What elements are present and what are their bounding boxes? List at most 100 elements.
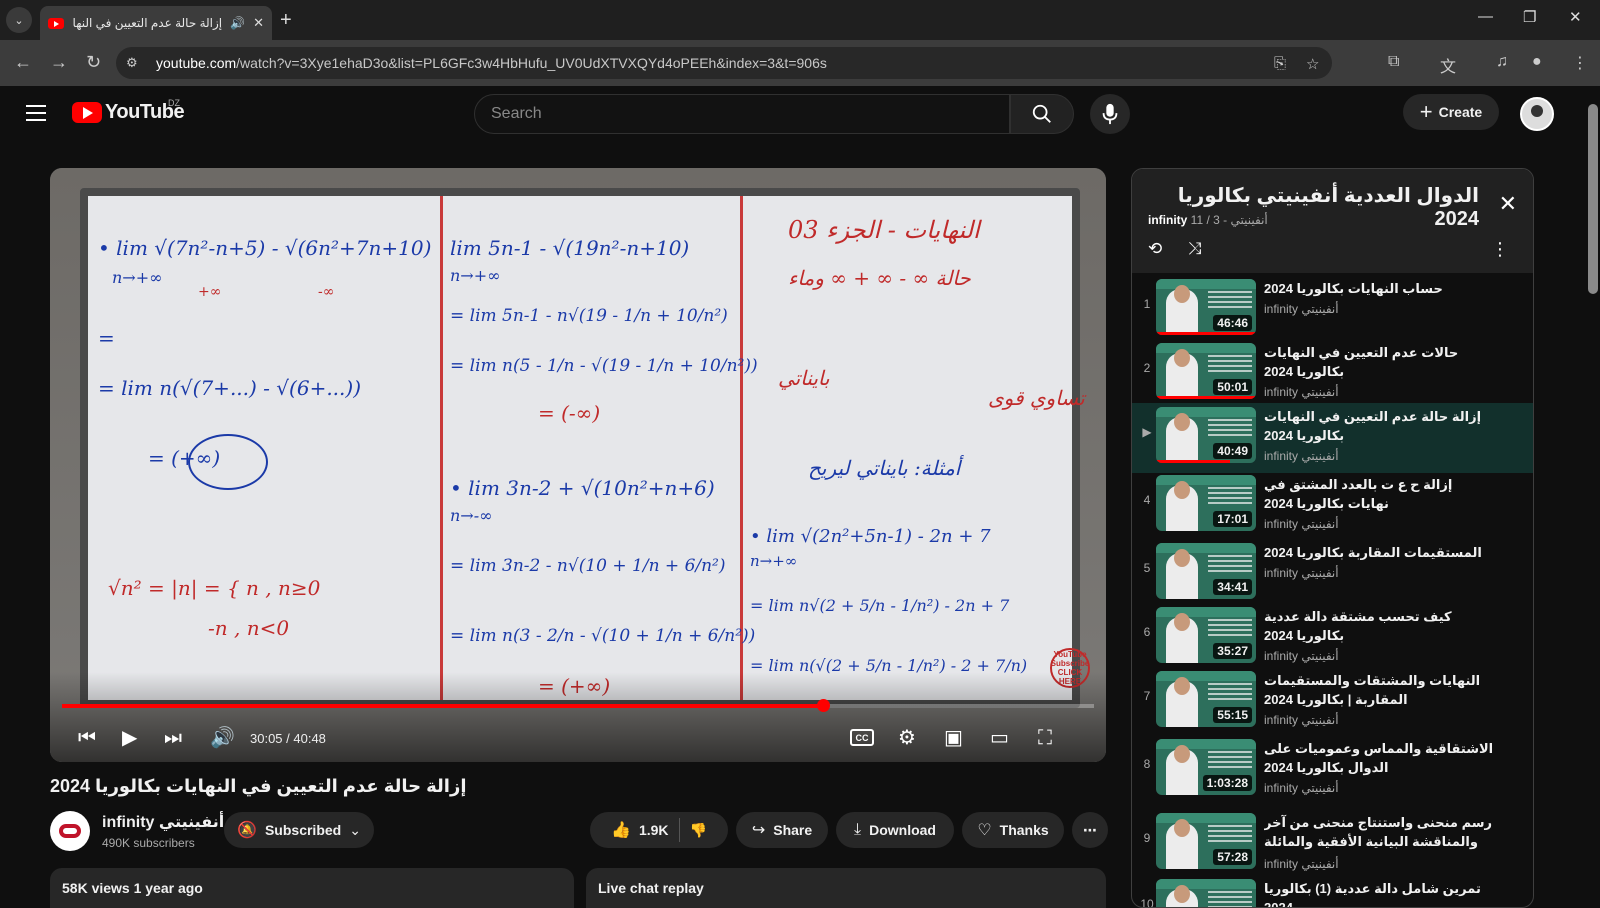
playlist-item[interactable]: 2 50:01 حالات عدم التعيين في النهايات بك…	[1132, 339, 1533, 403]
share-button[interactable]: ↪ Share	[736, 812, 828, 848]
channel-name[interactable]: infinity أنفينيتي	[102, 812, 224, 832]
install-app-icon[interactable]: ⎘	[1274, 55, 1286, 72]
miniplayer-icon[interactable]: ▣	[944, 725, 963, 750]
browser-tab[interactable]: إزالة حالة عدم التعيين في النها 🔊 ✕	[40, 6, 272, 40]
playlist-menu-icon[interactable]: ⋮	[1491, 239, 1509, 260]
playlist-item-title[interactable]: المستقيمات المقاربة بكالوريا 2024	[1264, 543, 1494, 562]
page-scrollbar[interactable]	[1584, 86, 1600, 900]
more-actions-button[interactable]: ⋯	[1072, 812, 1108, 848]
playlist-item-channel[interactable]: infinity أنفينيتي	[1264, 857, 1494, 871]
thanks-button[interactable]: ♡ Thanks	[962, 812, 1064, 848]
playlist-item-title[interactable]: حالات عدم التعيين في النهايات بكالوريا 2…	[1264, 343, 1494, 381]
playlist-item-channel[interactable]: infinity أنفينيتي	[1264, 713, 1494, 727]
create-button[interactable]: + Create	[1403, 94, 1499, 130]
playlist-item[interactable]: 4 17:01 إزالة ح ع ت بالعدد المشتق في نها…	[1132, 471, 1533, 535]
playlist-thumbnail[interactable]: 17:01	[1156, 475, 1256, 531]
playlist-item[interactable]: 5 34:41 المستقيمات المقاربة بكالوريا 202…	[1132, 539, 1533, 603]
board-text: -n , n<0	[208, 616, 290, 640]
subscribed-button[interactable]: 🔕 Subscribed ⌄	[224, 812, 374, 848]
loop-icon[interactable]: ⟲	[1148, 239, 1162, 259]
playlist-thumbnail[interactable]	[1156, 879, 1256, 907]
menu-icon[interactable]	[26, 105, 46, 121]
playlist-item-channel[interactable]: infinity أنفينيتي	[1264, 517, 1494, 531]
playlist-item[interactable]: 9 57:28 رسم منحنى واستنتاج منحنى من آخر …	[1132, 809, 1533, 873]
scrollbar-thumb[interactable]	[1588, 104, 1598, 294]
youtube-logo[interactable]: YouTube DZ	[72, 98, 185, 124]
playlist-item-title[interactable]: إزالة حالة عدم التعيين في النهايات بكالو…	[1264, 407, 1494, 445]
playlist-item[interactable]: 6 35:27 كيف تحسب مشتقة دالة عددية بكالور…	[1132, 603, 1533, 667]
channel-avatar[interactable]	[50, 811, 90, 851]
playlist-thumbnail[interactable]: 57:28	[1156, 813, 1256, 869]
account-avatar[interactable]	[1520, 97, 1554, 131]
profile-icon[interactable]: ●	[1532, 53, 1542, 71]
description-panel[interactable]: 58K views 1 year ago	[50, 868, 574, 908]
reload-icon[interactable]: ↻	[86, 52, 101, 73]
new-tab-icon[interactable]: +	[280, 9, 292, 32]
search-button[interactable]	[1010, 94, 1074, 134]
playlist-item-title[interactable]: رسم منحنى واستنتاج منحنى من آخر والمناقش…	[1264, 813, 1494, 853]
playlist-item[interactable]: 7 55:15 النهايات والمشتقات والمستقيمات ا…	[1132, 667, 1533, 731]
duration-badge: 46:46	[1213, 315, 1252, 331]
extensions-icon[interactable]: ⧉	[1388, 53, 1399, 71]
settings-icon[interactable]: ⚙	[898, 725, 916, 750]
speaker-icon[interactable]: 🔊	[230, 16, 245, 30]
playlist-thumbnail[interactable]: 46:46	[1156, 279, 1256, 335]
playlist-item-title[interactable]: إزالة ح ع ت بالعدد المشتق في نهايات بكال…	[1264, 475, 1494, 513]
playlist-item-channel[interactable]: infinity أنفينيتي	[1264, 449, 1494, 463]
playlist-item-title[interactable]: حساب النهايات بكالوريا 2024	[1264, 279, 1494, 298]
dislike-icon[interactable]: 👎	[690, 822, 707, 839]
close-window-icon[interactable]: ✕	[1569, 8, 1582, 26]
previous-icon[interactable]: ⏮	[78, 727, 96, 750]
playlist-thumbnail[interactable]: 50:01	[1156, 343, 1256, 399]
playlist-item-title[interactable]: النهايات والمشتقات والمستقيمات المقاربة …	[1264, 671, 1494, 709]
playlist-item-title[interactable]: تمرين شامل دالة عددية (1) بكالوريا 2024	[1264, 879, 1494, 907]
playlist-thumbnail[interactable]: 40:49	[1156, 407, 1256, 463]
like-count[interactable]: 1.9K	[639, 822, 669, 838]
media-control-icon[interactable]: ♫	[1496, 53, 1508, 71]
site-info-icon[interactable]: ⚙	[126, 55, 138, 71]
playlist-thumbnail[interactable]: 35:27	[1156, 607, 1256, 663]
playlist-item[interactable]: ▶ 40:49 إزالة حالة عدم التعيين في النهاي…	[1132, 403, 1533, 473]
playlist-item-index: ▶	[1142, 425, 1152, 439]
playlist-thumbnail[interactable]: 55:15	[1156, 671, 1256, 727]
playlist-item[interactable]: 8 1:03:28 الاشتقاقية والمماس وعموميات عل…	[1132, 735, 1533, 799]
play-icon[interactable]: ▶	[122, 725, 137, 750]
bookmark-star-icon[interactable]: ☆	[1306, 55, 1319, 73]
search-input[interactable]	[475, 95, 1009, 133]
url-text[interactable]: youtube.com/watch?v=3Xye1ehaD3o&list=PL6…	[156, 55, 827, 71]
playlist-item-channel[interactable]: infinity أنفينيتي	[1264, 385, 1494, 399]
url-bar[interactable]: ⚙ youtube.com/watch?v=3Xye1ehaD3o&list=P…	[116, 47, 1332, 79]
playlist-thumbnail[interactable]: 34:41	[1156, 543, 1256, 599]
fullscreen-icon[interactable]: ⛶	[1038, 727, 1052, 750]
close-tab-icon[interactable]: ✕	[253, 15, 264, 31]
playlist-thumbnail[interactable]: 1:03:28	[1156, 739, 1256, 795]
forward-icon[interactable]: →	[50, 52, 68, 73]
restore-icon[interactable]: ❐	[1523, 8, 1536, 26]
tab-search-icon[interactable]: ⌄	[6, 7, 32, 33]
browser-menu-icon[interactable]: ⋮	[1572, 53, 1588, 73]
next-icon[interactable]: ⏭	[164, 727, 182, 750]
progress-bar[interactable]	[62, 699, 1094, 712]
progress-scrubber[interactable]	[816, 699, 830, 712]
subtitles-button[interactable]: CC	[850, 729, 874, 746]
playlist-item-channel[interactable]: infinity أنفينيتي	[1264, 649, 1494, 663]
playlist-item-channel[interactable]: infinity أنفينيتي	[1264, 566, 1494, 580]
download-button[interactable]: ⤓ Download	[836, 812, 954, 848]
like-icon[interactable]: 👍	[611, 820, 631, 840]
video-player[interactable]: النهايات - الجزء 03 حالة ∞ - ∞ + ∞ وماء …	[50, 168, 1106, 762]
playlist-item[interactable]: 10 تمرين شامل دالة عددية (1) بكالوريا 20…	[1132, 875, 1533, 907]
playlist-item-channel[interactable]: infinity أنفينيتي	[1264, 781, 1494, 795]
theater-mode-icon[interactable]: ▭	[990, 725, 1009, 750]
playlist-item-title[interactable]: كيف تحسب مشتقة دالة عددية بكالوريا 2024	[1264, 607, 1494, 645]
live-chat-panel[interactable]: Live chat replay	[586, 868, 1106, 908]
playlist-item-title[interactable]: الاشتقاقية والمماس وعموميات على الدوال ب…	[1264, 739, 1494, 777]
voice-search-button[interactable]	[1090, 94, 1130, 134]
close-icon[interactable]: ✕	[1499, 191, 1517, 217]
minimize-icon[interactable]: —	[1478, 8, 1493, 25]
back-icon[interactable]: ←	[14, 52, 32, 73]
shuffle-icon[interactable]: ⤨	[1188, 239, 1202, 259]
translate-icon[interactable]: 文	[1440, 53, 1456, 77]
playlist-item-channel[interactable]: infinity أنفينيتي	[1264, 302, 1494, 316]
volume-icon[interactable]: 🔊	[210, 725, 235, 750]
playlist-item[interactable]: 1 46:46 حساب النهايات بكالوريا 2024 infi…	[1132, 275, 1533, 339]
